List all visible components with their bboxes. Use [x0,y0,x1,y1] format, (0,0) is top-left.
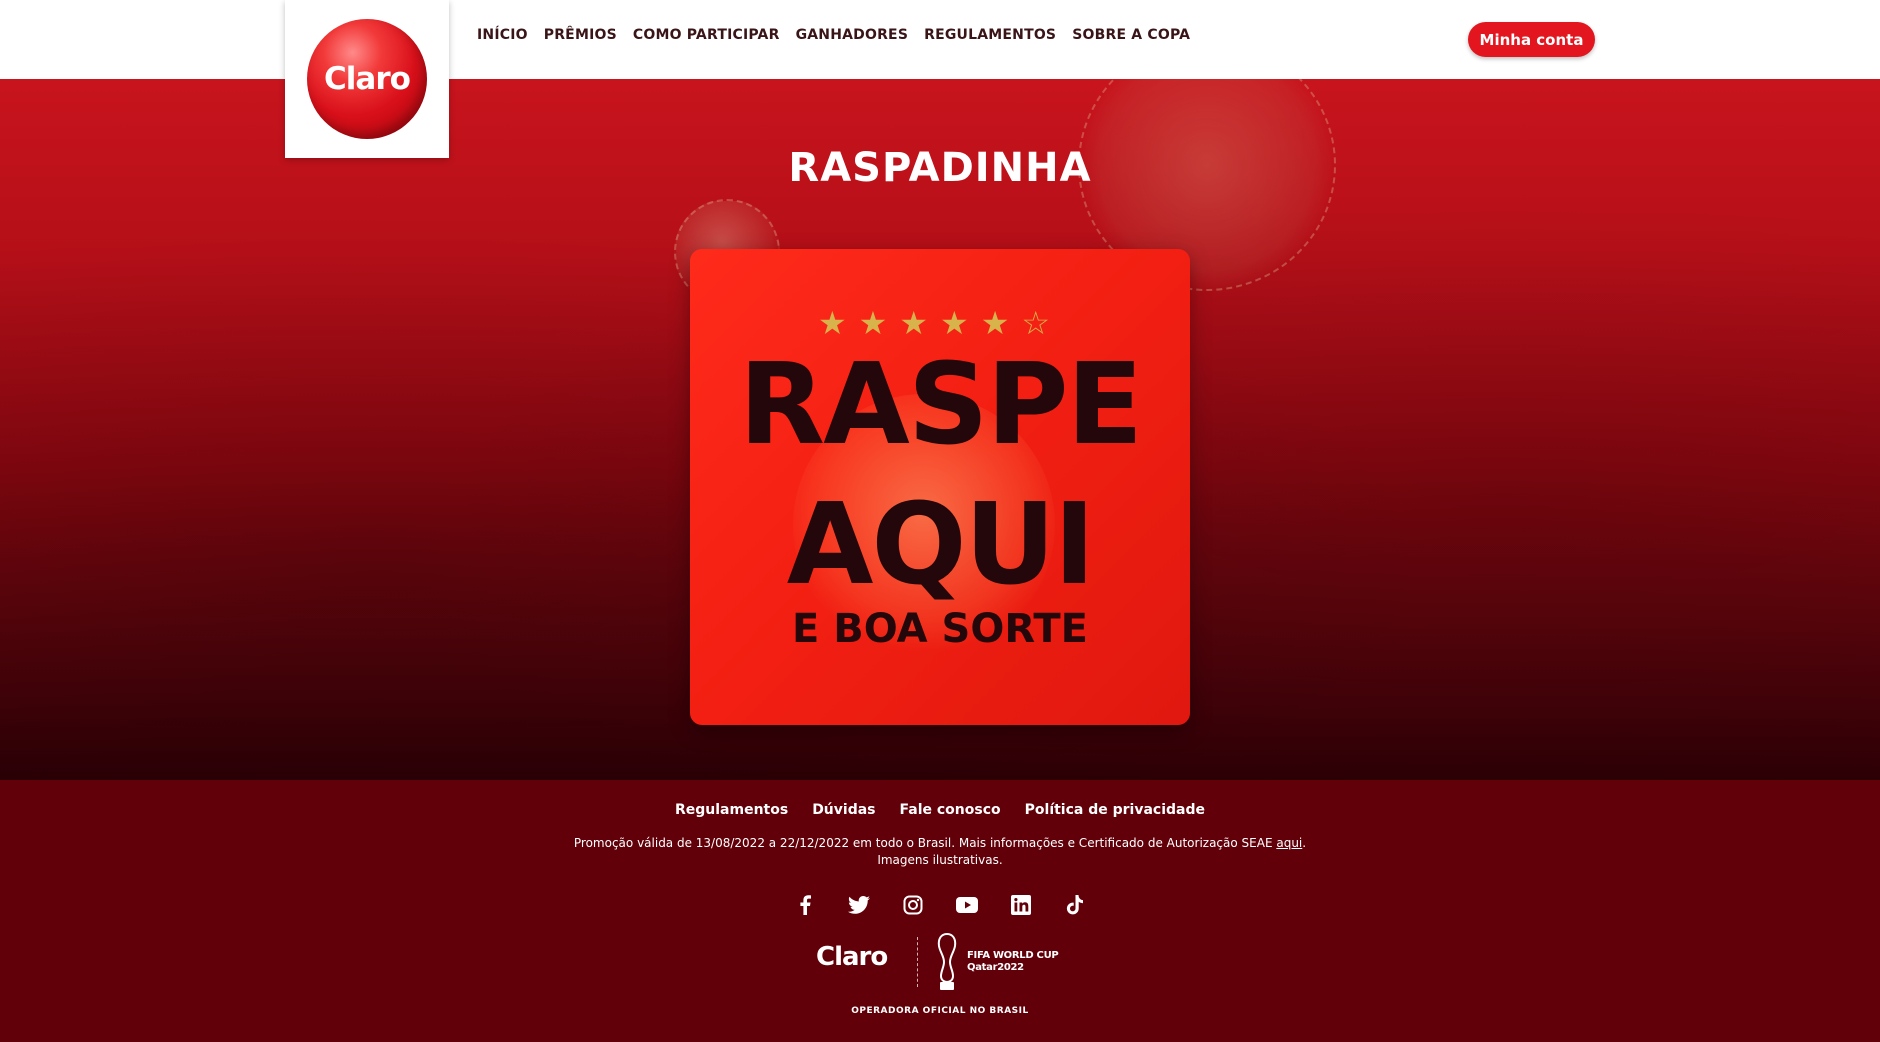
linkedin-icon[interactable] [1010,894,1032,916]
site-header: INÍCIO PRÊMIOS COMO PARTICIPAR GANHADORE… [0,0,1880,79]
card-headline-raspe: RASPE [738,340,1143,470]
main-nav: INÍCIO PRÊMIOS COMO PARTICIPAR GANHADORE… [477,27,1190,43]
tiktok-icon[interactable] [1064,894,1086,916]
twitter-icon[interactable] [848,894,870,916]
footer-link-duvidas[interactable]: Dúvidas [812,802,875,818]
promo-note-end: . [1302,836,1307,850]
nav-como-participar[interactable]: COMO PARTICIPAR [633,27,780,43]
card-headline-aqui: AQUI [786,480,1096,610]
fifa-line1: FIFA WORLD CUP [967,950,1059,961]
claro-logo: Claro [307,19,427,139]
nav-ganhadores[interactable]: GANHADORES [796,27,909,43]
facebook-icon[interactable] [794,894,816,916]
footer-links: Regulamentos Dúvidas Fale conosco Políti… [0,802,1880,818]
minha-conta-button[interactable]: Minha conta [1468,22,1595,57]
logo-text: Claro [324,61,411,97]
claro-footer-logo: Claro [816,942,888,972]
page-title: RASPADINHA [788,145,1092,191]
promo-note: Promoção válida de 13/08/2022 a 22/12/20… [0,835,1880,869]
aqui-link[interactable]: aqui [1276,836,1302,850]
footer-link-privacidade[interactable]: Política de privacidade [1025,802,1205,818]
fifa-line2: Qatar2022 [967,962,1024,973]
stars-row: ★★★★★☆ [817,304,1063,342]
scratch-card[interactable]: ★★★★★☆ RASPE AQUI E BOA SORTE [690,249,1190,725]
footer-link-regulamentos[interactable]: Regulamentos [675,802,788,818]
brand-lockup: Claro FIFA WORLD CUP Qatar2022 [812,932,1072,994]
nav-premios[interactable]: PRÊMIOS [544,27,617,43]
official-operator-text: OPERADORA OFICIAL NO BRASIL [851,1006,1029,1016]
nav-inicio[interactable]: INÍCIO [477,27,528,43]
illustrative-note: Imagens ilustrativas. [877,853,1003,867]
card-subline: E BOA SORTE [792,606,1088,652]
nav-sobre-a-copa[interactable]: SOBRE A COPA [1072,27,1190,43]
site-footer: Regulamentos Dúvidas Fale conosco Políti… [0,780,1880,1042]
youtube-icon[interactable] [956,894,978,916]
world-cup-trophy-icon [937,932,957,990]
footer-link-fale-conosco[interactable]: Fale conosco [900,802,1001,818]
nav-regulamentos[interactable]: REGULAMENTOS [924,27,1056,43]
claro-logo-link[interactable]: Claro [285,0,449,158]
instagram-icon[interactable] [902,894,924,916]
brand-divider [917,937,918,987]
social-links [0,894,1880,916]
fifa-world-cup-logo: FIFA WORLD CUP Qatar2022 [967,950,1059,974]
promo-note-text: Promoção válida de 13/08/2022 a 22/12/20… [573,836,1277,850]
hero-section: RASPADINHA ★★★★★☆ RASPE AQUI E BOA SORTE [0,79,1880,780]
